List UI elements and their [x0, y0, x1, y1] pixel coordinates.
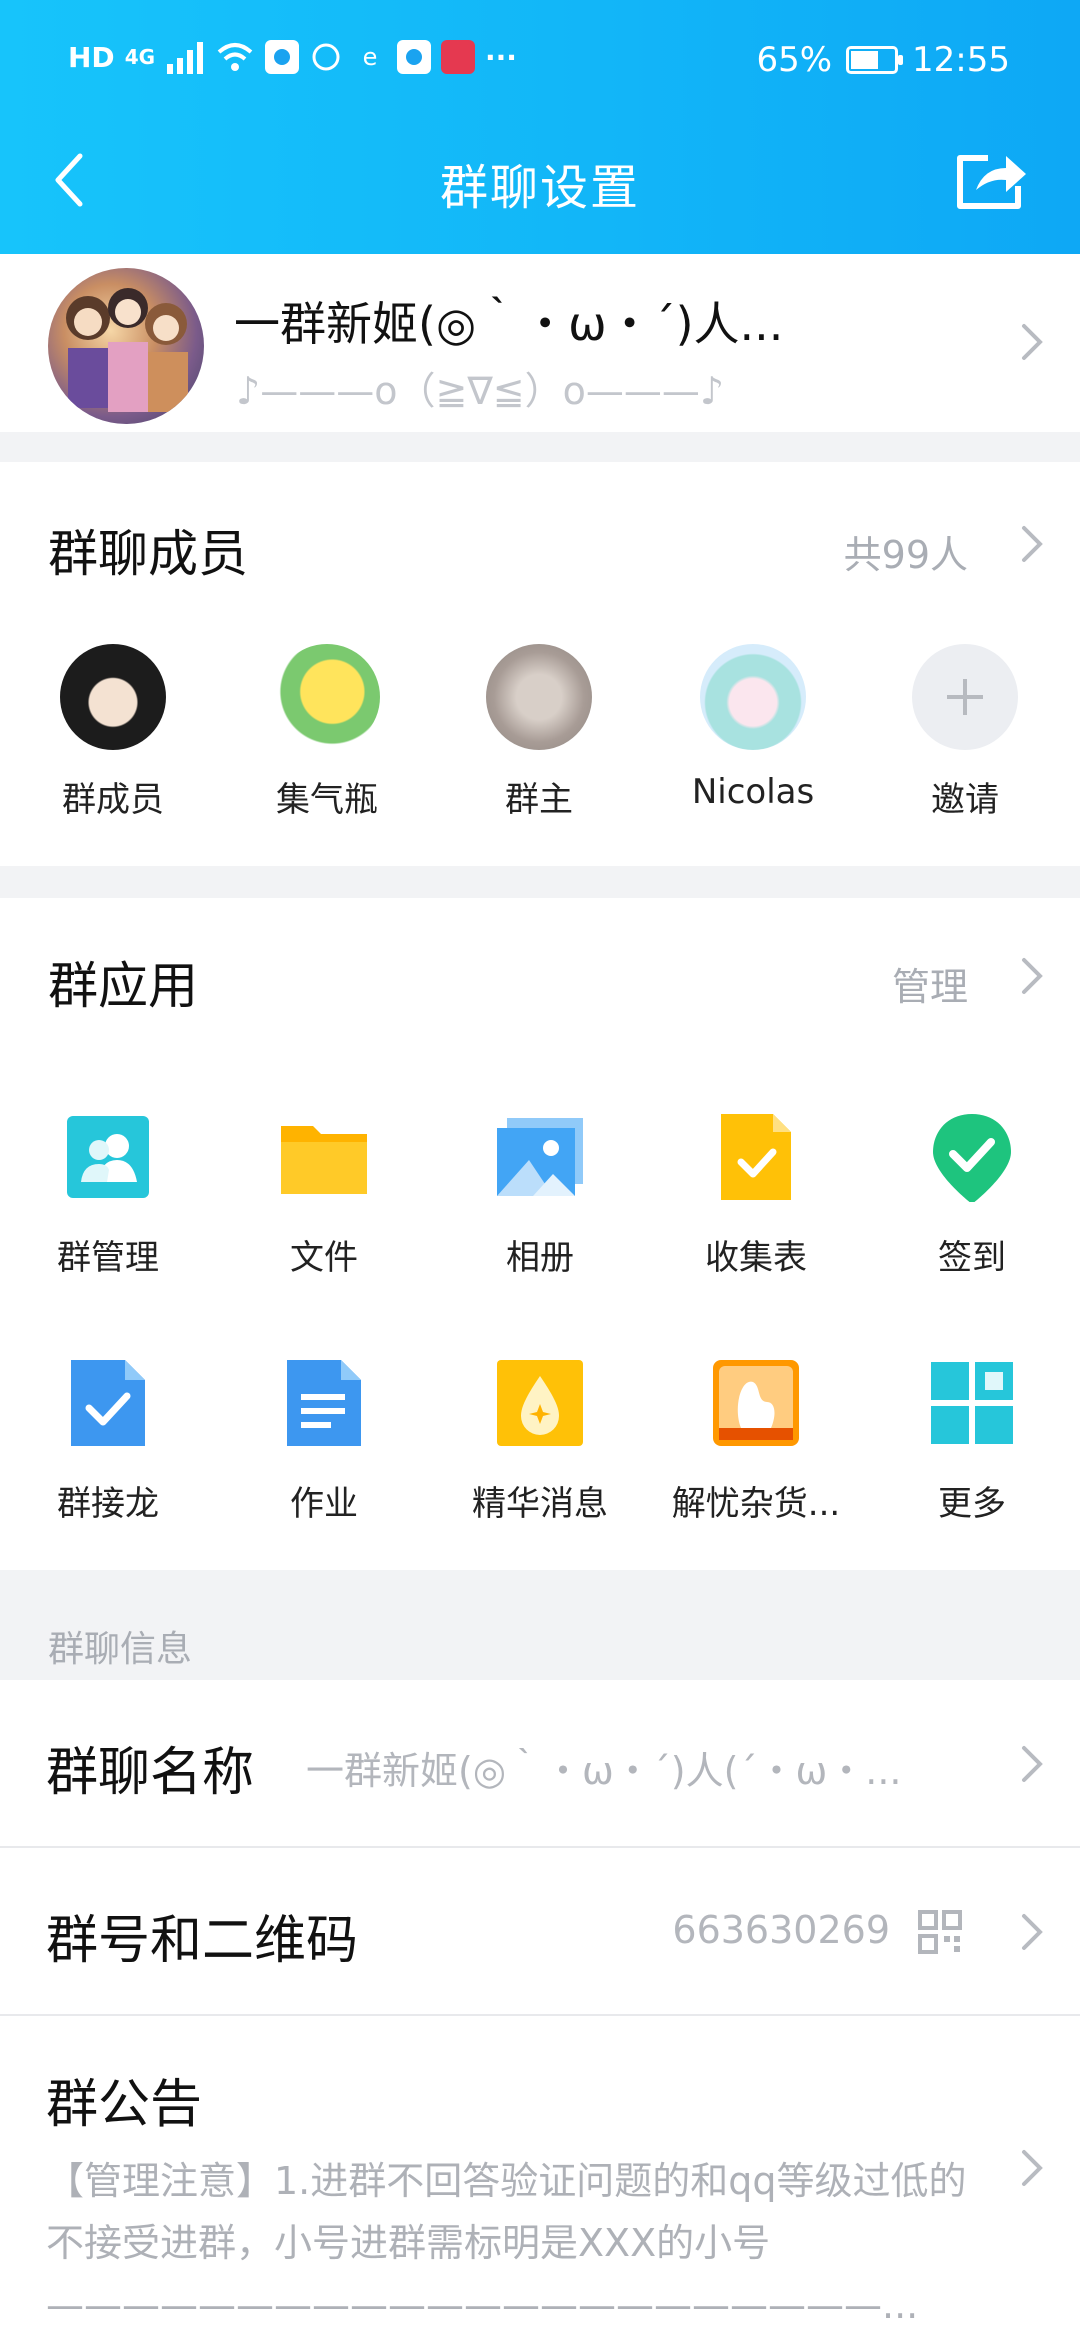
- app-label: 相册: [506, 1238, 574, 1278]
- grocery-icon: [711, 1358, 801, 1448]
- chevron-right-icon[interactable]: [1020, 524, 1044, 564]
- plus-icon: [912, 644, 1018, 750]
- group-signature: ♪———o（≧∇≦）o———♪: [236, 369, 725, 413]
- app-check-in[interactable]: 签到: [874, 1112, 1070, 1279]
- browser-notification-icon: [309, 40, 343, 74]
- clock: 12:55: [912, 40, 1010, 80]
- app-homework[interactable]: 作业: [226, 1358, 422, 1525]
- group-number-value: 663630269: [672, 1908, 890, 1952]
- group-name: 一群新姬(◎｀・ω・´)人...: [234, 297, 784, 351]
- status-left: HD 4G e ···: [68, 40, 517, 74]
- chevron-right-icon: [1020, 1744, 1044, 1784]
- network-indicator: 4G: [124, 45, 156, 69]
- hd-indicator: HD: [68, 40, 115, 74]
- group-name-row[interactable]: 群聊名称 一群新姬(◎｀・ω・´)人(´・ω・...: [0, 1680, 1080, 1848]
- status-bar: HD 4G e ··· 65% 12:55: [0, 0, 1080, 120]
- top-bar: HD 4G e ··· 65% 12:55 群聊设置: [0, 0, 1080, 254]
- app-label: 作业: [290, 1484, 358, 1524]
- photo-album-icon: [495, 1112, 585, 1202]
- essence-icon: [495, 1358, 585, 1448]
- app-label: 更多: [938, 1484, 1006, 1524]
- apps-section: 群应用 管理 群管理 文件 相册 收集表 签到 群接龙 作业 精华消息 解忧杂货…: [0, 898, 1080, 1570]
- members-section: 群聊成员 共99人 群成员 集气瓶 群主 Nicolas 邀请: [0, 462, 1080, 866]
- e-notification-icon: e: [362, 43, 378, 71]
- member-name: 群主: [505, 780, 573, 820]
- chevron-right-icon: [1020, 2148, 1044, 2188]
- battery-percent: 65%: [756, 40, 833, 80]
- member-avatar: [700, 644, 806, 750]
- wifi-icon: [217, 43, 253, 71]
- status-right: 65% 12:55: [756, 40, 1010, 80]
- member-avatar: [60, 644, 166, 750]
- group-avatar[interactable]: [48, 268, 204, 424]
- members-title: 群聊成员: [48, 525, 248, 583]
- check-in-icon: [927, 1112, 1017, 1204]
- invite-label: 邀请: [931, 780, 999, 820]
- form-icon: [711, 1112, 801, 1202]
- solitaire-icon: [63, 1358, 153, 1448]
- app-label: 签到: [938, 1238, 1006, 1278]
- member-name: 群成员: [62, 780, 164, 820]
- share-button[interactable]: [954, 146, 1030, 212]
- group-profile-row[interactable]: 一群新姬(◎｀・ω・´)人... ♪———o（≧∇≦）o———♪: [0, 254, 1080, 432]
- app-grocery[interactable]: 解忧杂货...: [658, 1358, 854, 1525]
- app-label: 群接龙: [57, 1484, 159, 1524]
- battery-level: [851, 51, 879, 69]
- app-group-manage[interactable]: 群管理: [10, 1112, 206, 1279]
- app-label: 群管理: [57, 1238, 159, 1278]
- group-number-title: 群号和二维码: [46, 1911, 359, 1971]
- member-name: Nicolas: [691, 772, 815, 812]
- app-album[interactable]: 相册: [442, 1112, 638, 1279]
- app-essence[interactable]: 精华消息: [442, 1358, 638, 1525]
- group-manage-icon: [63, 1112, 153, 1202]
- group-notice-text: 【管理注意】1.进群不回答验证问题的和qq等级过低的不接受进群，小号进群需标明是…: [46, 2159, 967, 2327]
- member-avatar: [486, 644, 592, 750]
- chevron-right-icon: [1020, 1912, 1044, 1952]
- shop-notification-icon: [441, 40, 476, 74]
- invite-button[interactable]: 邀请: [890, 644, 1040, 821]
- member-avatar: [274, 644, 380, 750]
- app-file[interactable]: 文件: [226, 1112, 422, 1279]
- app-more[interactable]: 更多: [874, 1358, 1070, 1525]
- member-name: 集气瓶: [276, 780, 378, 820]
- app-label: 精华消息: [472, 1484, 608, 1524]
- app-label: 解忧杂货...: [671, 1484, 841, 1524]
- member-item[interactable]: Nicolas: [678, 644, 828, 812]
- share-icon: [957, 155, 1026, 209]
- member-item[interactable]: 群主: [464, 644, 614, 821]
- app-notification-icon: [265, 40, 300, 74]
- page-title: 群聊设置: [439, 160, 640, 216]
- member-item[interactable]: 集气瓶: [252, 644, 402, 821]
- app-label: 收集表: [705, 1238, 807, 1278]
- signal-icon: [167, 42, 204, 74]
- app-collect-form[interactable]: 收集表: [658, 1112, 854, 1279]
- group-number-row[interactable]: 群号和二维码 663630269: [0, 1848, 1080, 2016]
- app-solitaire[interactable]: 群接龙: [10, 1358, 206, 1525]
- chevron-right-icon[interactable]: [1020, 956, 1044, 996]
- homework-icon: [279, 1358, 369, 1448]
- group-notice-title: 群公告: [46, 2075, 203, 2135]
- apps-manage[interactable]: 管理: [892, 956, 968, 1011]
- group-name-value: 一群新姬(◎｀・ω・´)人(´・ω・...: [306, 1749, 902, 1793]
- chevron-right-icon: [1020, 322, 1044, 362]
- member-item[interactable]: 群成员: [38, 644, 188, 821]
- members-count[interactable]: 共99人: [844, 524, 968, 579]
- app-notification-icon-2: [397, 40, 432, 74]
- qr-code-icon[interactable]: [918, 1910, 962, 1954]
- app-label: 文件: [290, 1238, 358, 1278]
- info-section-title: 群聊信息: [48, 1629, 193, 1670]
- more-notifications: ···: [485, 40, 517, 74]
- apps-title: 群应用: [48, 957, 198, 1015]
- battery-icon: [846, 46, 904, 74]
- grid-more-icon: [927, 1358, 1017, 1448]
- folder-icon: [279, 1112, 369, 1202]
- group-name-title: 群聊名称: [46, 1743, 255, 1803]
